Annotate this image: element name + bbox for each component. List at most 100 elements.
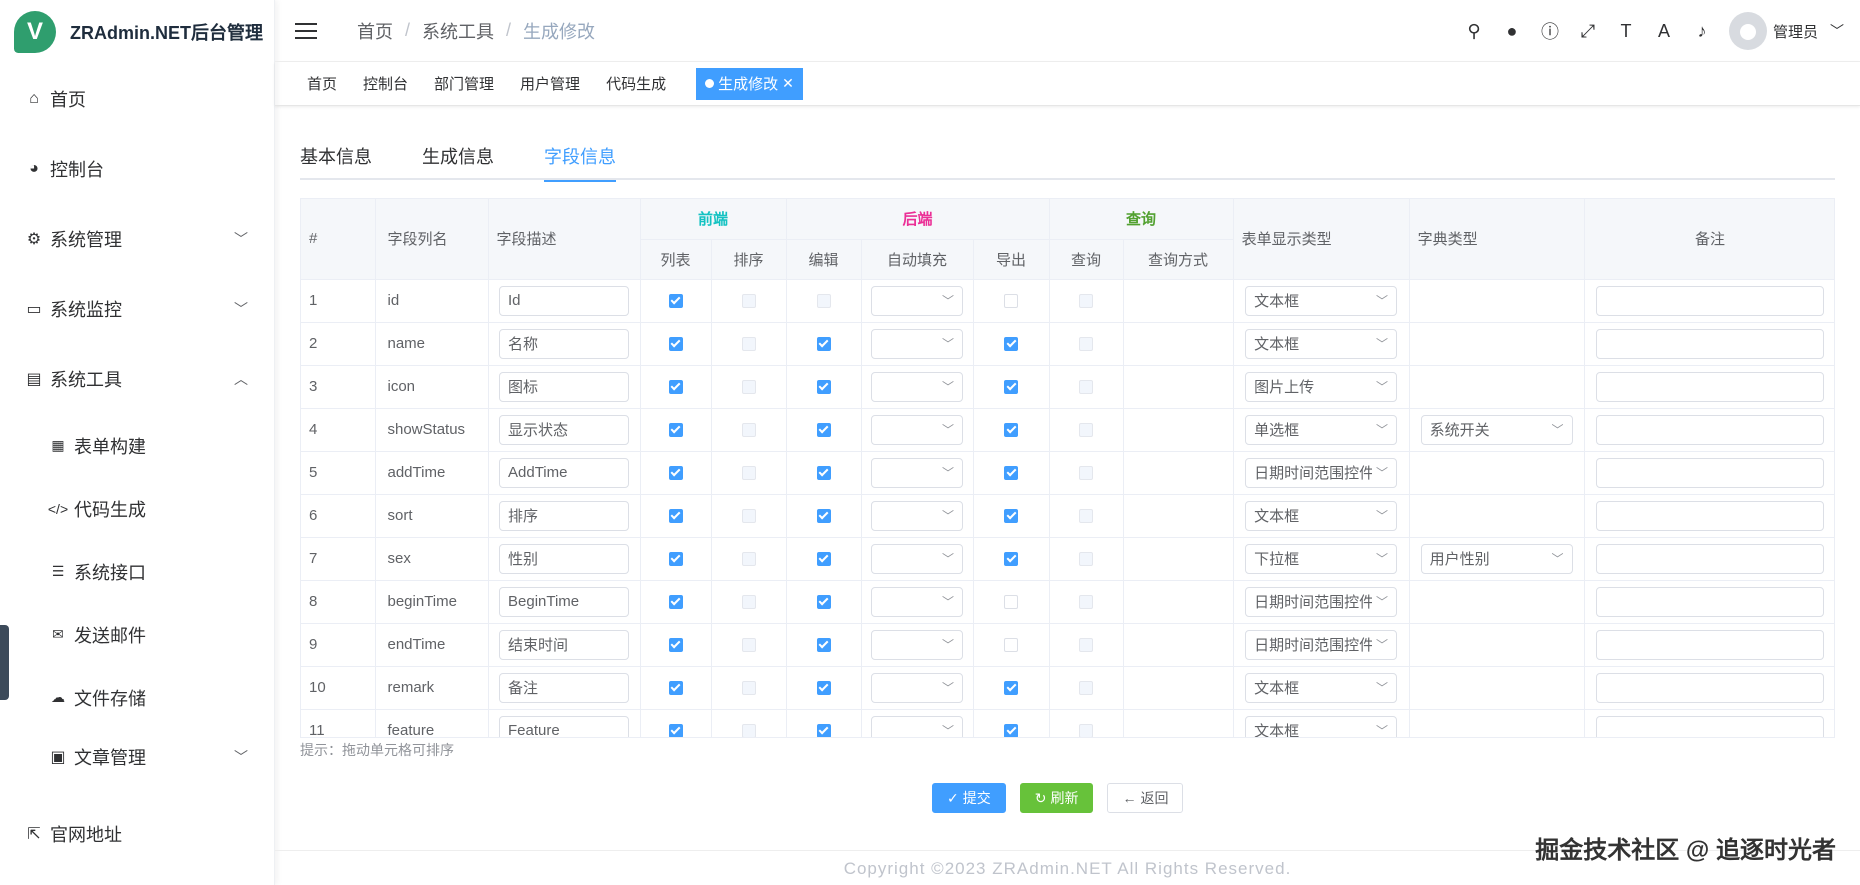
form-type-select[interactable]: 文本框 ﹀ [1245,500,1398,531]
refresh-button[interactable]: ↻ 刷新 [1019,783,1094,813]
checkbox[interactable] [741,551,756,566]
checkbox[interactable] [741,594,756,609]
form-type-select[interactable]: 日期时间范围控件 ﹀ [1245,629,1398,660]
form-type-select[interactable]: 日期时间范围控件 ﹀ [1245,457,1398,488]
table-row[interactable]: 5 addTime AddTime ﹀ 日期时间范围控件 ﹀ [301,451,1834,495]
checkbox[interactable] [1004,551,1019,566]
checkbox[interactable] [1079,551,1094,566]
github-icon[interactable]: ● [1493,12,1531,50]
checkbox[interactable] [668,637,683,652]
sidebar-item-api[interactable]: ☰ 系统接口 [0,540,274,603]
checkbox[interactable] [668,293,683,308]
description-input[interactable]: Id [499,285,629,316]
description-input[interactable]: Feature [499,715,629,737]
sidebar-item-monitor[interactable]: ▭ 系统监控 ﹀ [0,274,274,344]
sidebar-item-home[interactable]: ⌂ 首页 [0,64,274,134]
checkbox[interactable] [1079,637,1094,652]
sidebar-item-tools[interactable]: ▤ 系统工具 ︿ [0,344,274,414]
sidebar-item-articles[interactable]: ▣ 文章管理 ﹀ [0,729,274,785]
form-type-select[interactable]: 图片上传 ﹀ [1245,371,1398,402]
checkbox[interactable] [668,723,683,737]
checkbox[interactable] [741,723,756,737]
menu-toggle-icon[interactable] [295,20,317,42]
table-row[interactable]: 11 feature Feature ﹀ 文本框 ﹀ [301,709,1834,737]
tag-codegen[interactable]: 代码生成 [594,68,678,100]
table-row[interactable]: 9 endTime 结束时间 ﹀ 日期时间范围控件 ﹀ [301,623,1834,667]
font-size-icon[interactable]: T [1607,12,1645,50]
sidebar-item-website[interactable]: ⇱ 官网地址 [0,799,274,869]
checkbox[interactable] [741,637,756,652]
checkbox[interactable] [1079,293,1094,308]
checkbox[interactable] [816,680,831,695]
translate-icon[interactable]: A [1645,12,1683,50]
checkbox[interactable] [668,336,683,351]
dict-type-select[interactable]: 用户性别 ﹀ [1420,543,1573,574]
description-input[interactable]: 显示状态 [499,414,629,445]
table-row[interactable]: 8 beginTime BeginTime ﹀ 日期时间范围控件 ﹀ [301,580,1834,624]
checkbox[interactable] [668,422,683,437]
checkbox[interactable] [1004,723,1019,737]
checkbox[interactable] [1079,723,1094,737]
description-input[interactable]: 图标 [499,371,629,402]
tab-field-info[interactable]: 字段信息 [544,132,616,182]
form-type-select[interactable]: 日期时间范围控件 ﹀ [1245,586,1398,617]
checkbox[interactable] [816,465,831,480]
remark-input[interactable] [1596,586,1825,617]
checkbox[interactable] [1004,594,1019,609]
checkbox[interactable] [1079,594,1094,609]
username[interactable]: 管理员 [1773,21,1818,42]
form-type-select[interactable]: 文本框 ﹀ [1245,328,1398,359]
remark-input[interactable] [1596,371,1825,402]
tab-gen-info[interactable]: 生成信息 [422,132,494,180]
checkbox[interactable] [816,379,831,394]
sidebar-item-form-builder[interactable]: ▦ 表单构建 [0,414,274,477]
description-input[interactable]: 排序 [499,500,629,531]
remark-input[interactable] [1596,285,1825,316]
checkbox[interactable] [668,379,683,394]
checkbox[interactable] [668,465,683,480]
search-icon[interactable]: ⚲ [1455,12,1493,50]
checkbox[interactable] [668,680,683,695]
description-input[interactable]: 结束时间 [499,629,629,660]
side-drawer-handle[interactable] [0,625,9,700]
dict-type-select[interactable]: 系统开关 ﹀ [1420,414,1573,445]
table-row[interactable]: 3 icon 图标 ﹀ 图片上传 ﹀ [301,365,1834,409]
autofill-select[interactable]: ﹀ [871,328,964,359]
checkbox[interactable] [668,594,683,609]
checkbox[interactable] [741,422,756,437]
autofill-select[interactable]: ﹀ [871,414,964,445]
field-table[interactable]: # 字段列名 字段描述 前端 后端 查询 表单显示类型 字典类型 备注 列表 排… [300,198,1835,738]
breadcrumb-home[interactable]: 首页 [357,18,393,44]
checkbox[interactable] [816,336,831,351]
checkbox[interactable] [816,594,831,609]
sidebar-item-file-storage[interactable]: ☁ 文件存储 [0,666,274,729]
autofill-select[interactable]: ﹀ [871,715,964,737]
remark-input[interactable] [1596,672,1825,703]
tag-users[interactable]: 用户管理 [508,68,592,100]
sidebar-item-dashboard[interactable]: ◕ 控制台 [0,134,274,204]
submit-button[interactable]: ✓ 提交 [932,783,1006,813]
table-row[interactable]: 1 id Id ﹀ 文本框 ﹀ [301,279,1834,323]
checkbox[interactable] [741,379,756,394]
autofill-select[interactable]: ﹀ [871,672,964,703]
checkbox[interactable] [1079,422,1094,437]
fullscreen-icon[interactable]: ⤢ [1569,12,1607,50]
description-input[interactable]: 性别 [499,543,629,574]
close-icon[interactable]: ✕ [782,75,794,92]
description-input[interactable]: 名称 [499,328,629,359]
autofill-select[interactable]: ﹀ [871,457,964,488]
checkbox[interactable] [741,336,756,351]
app-logo[interactable]: V ZRAdmin.NET后台管理 [0,0,274,64]
checkbox[interactable] [816,293,831,308]
checkbox[interactable] [1079,680,1094,695]
autofill-select[interactable]: ﹀ [871,629,964,660]
checkbox[interactable] [1079,465,1094,480]
checkbox[interactable] [1079,379,1094,394]
tag-dept[interactable]: 部门管理 [422,68,506,100]
checkbox[interactable] [741,508,756,523]
description-input[interactable]: 备注 [499,672,629,703]
checkbox[interactable] [1079,336,1094,351]
form-type-select[interactable]: 文本框 ﹀ [1245,285,1398,316]
form-type-select[interactable]: 下拉框 ﹀ [1245,543,1398,574]
autofill-select[interactable]: ﹀ [871,500,964,531]
